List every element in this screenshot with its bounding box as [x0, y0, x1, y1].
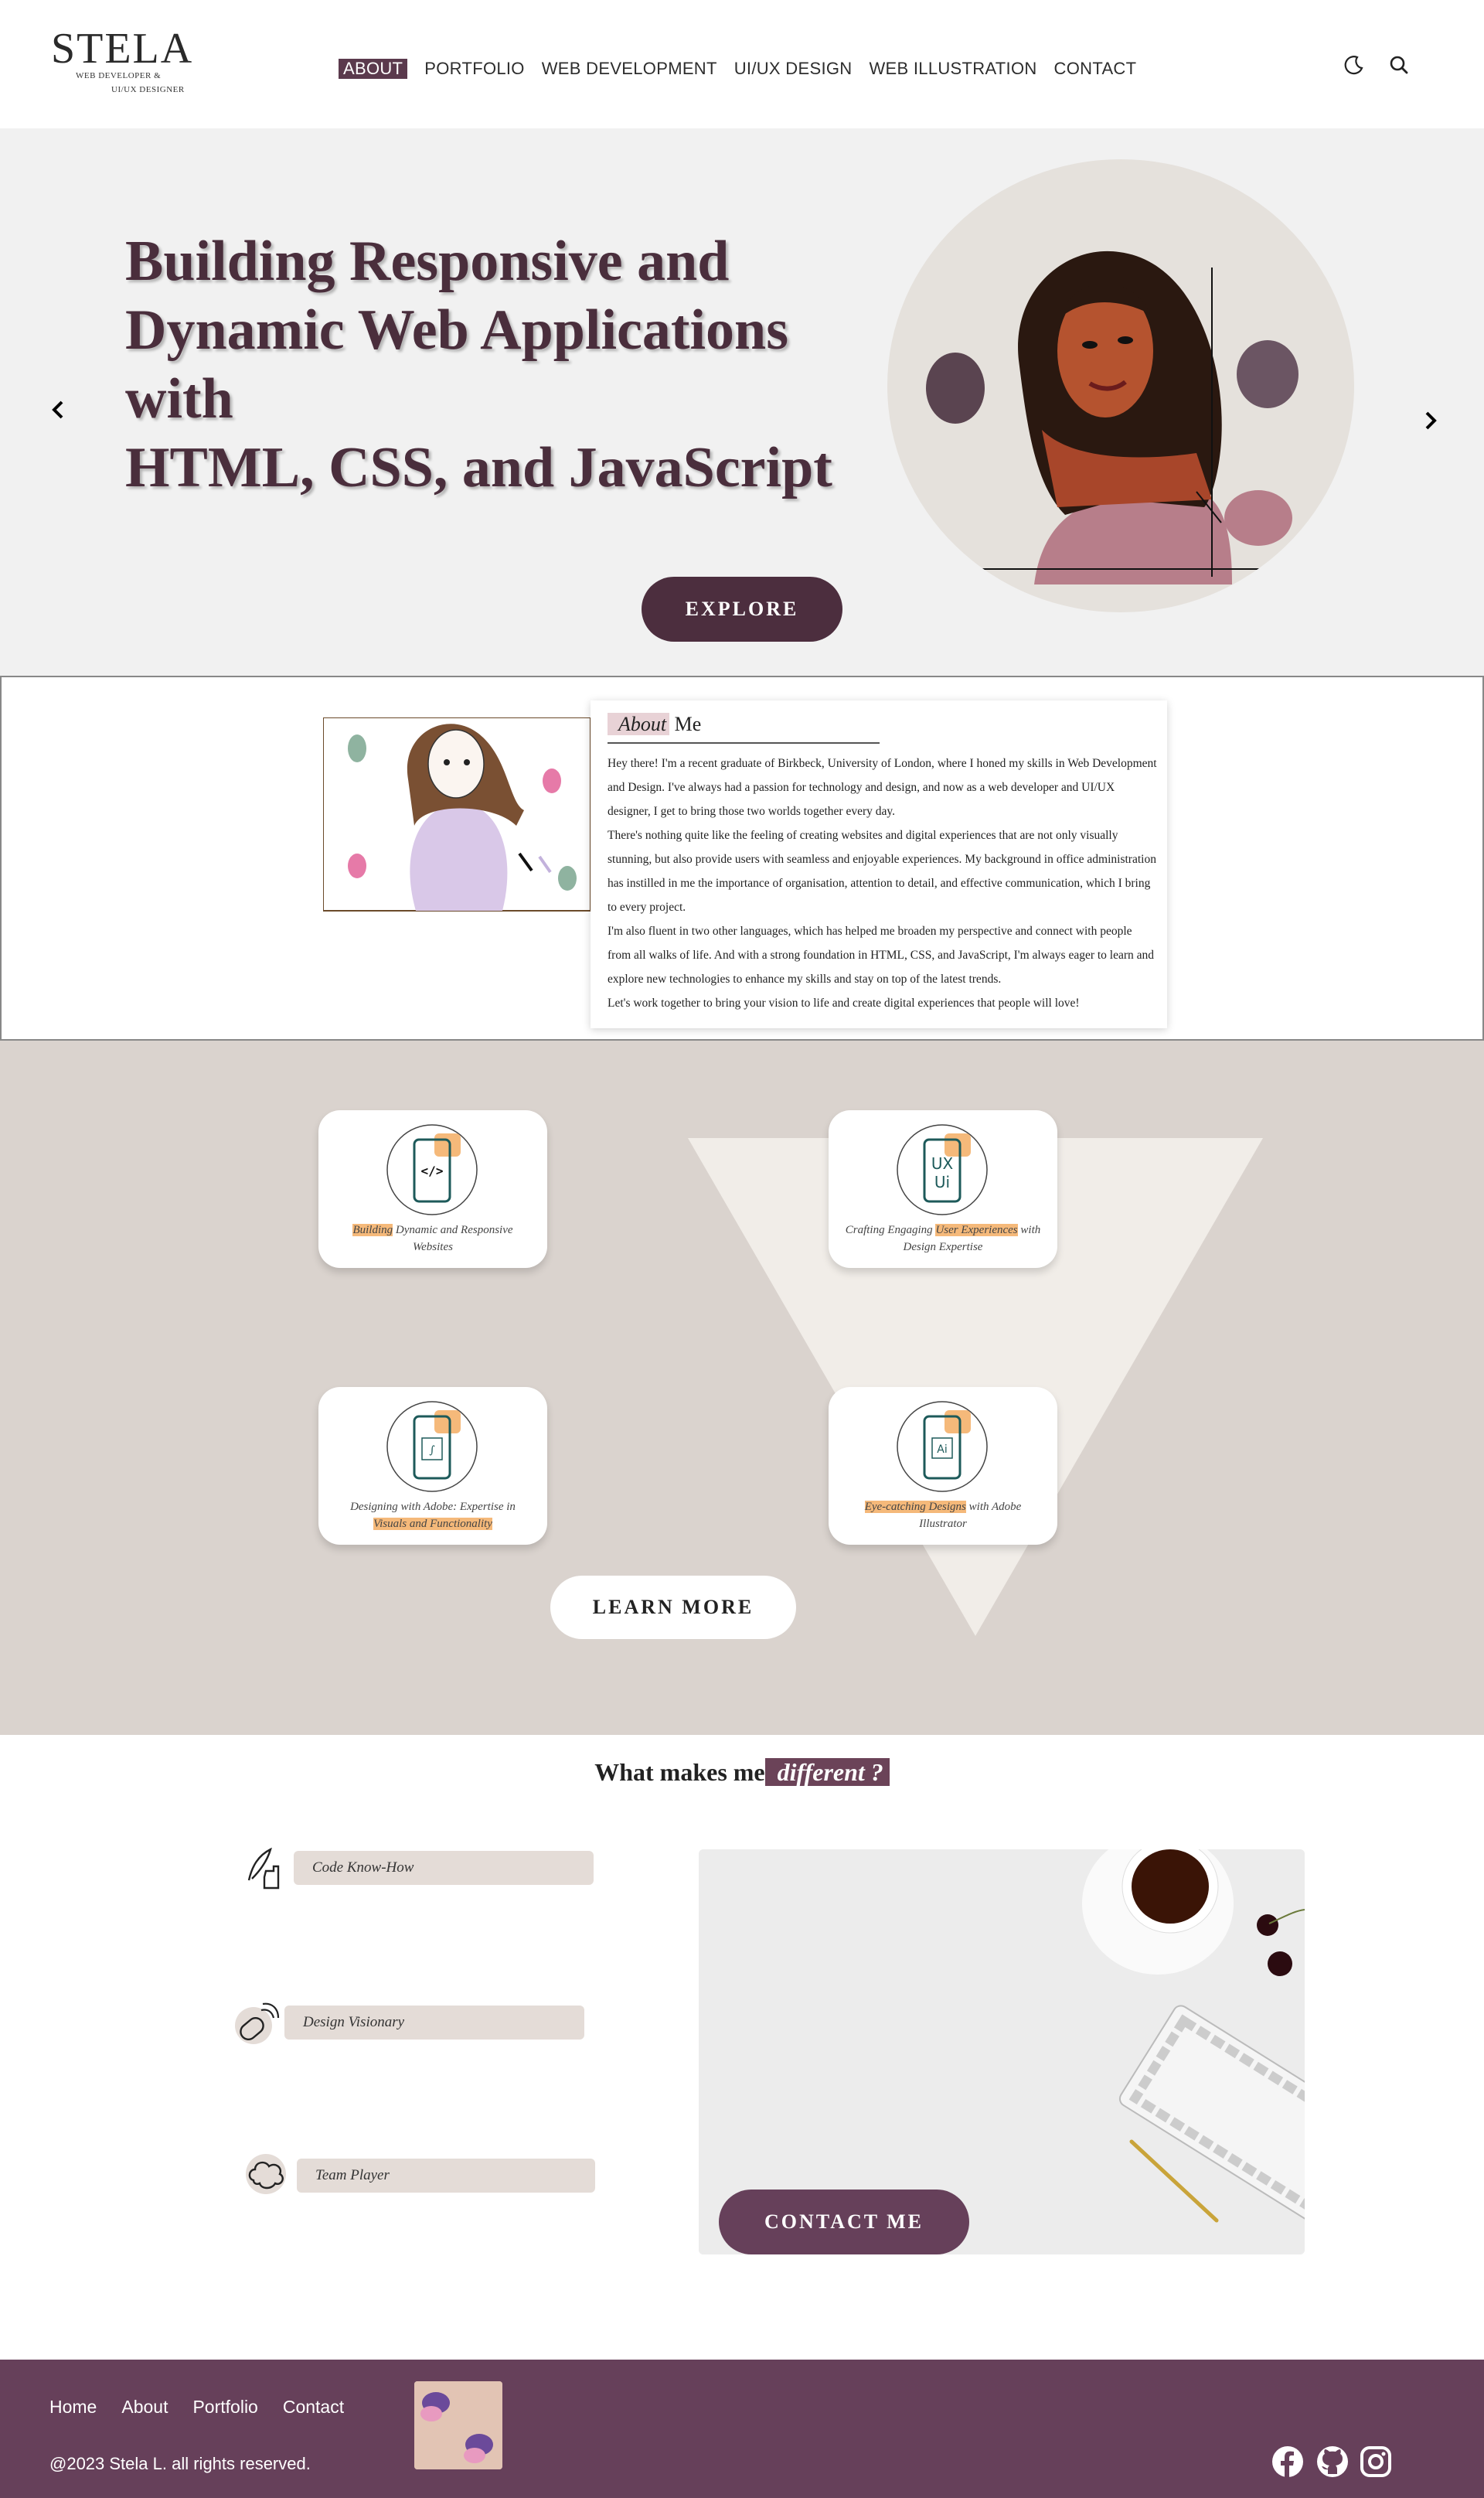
site-footer: Home About Portfolio Contact @2023 Stela… [0, 2360, 1484, 2498]
logo-subtitle-2: UI/UX DESIGNER [111, 85, 185, 94]
hero-section: Building Responsive and Dynamic Web Appl… [0, 128, 1484, 676]
service-rest: Dynamic and Responsive Websites [393, 1224, 513, 1253]
hero-title-line-3: HTML, CSS, and JavaScript [125, 436, 832, 499]
service-card-web-dev[interactable]: </> Building Dynamic and Responsive Webs… [318, 1110, 547, 1268]
about-illustration [322, 717, 591, 912]
explore-button[interactable]: EXPLORE [642, 577, 842, 642]
service-highlight: Building [352, 1224, 393, 1236]
footer-link-portfolio[interactable]: Portfolio [192, 2397, 257, 2418]
trait-label: Code Know-How [294, 1851, 594, 1885]
moon-icon[interactable] [1342, 53, 1367, 77]
service-text: Crafting Engaging User Experiences with … [844, 1222, 1042, 1256]
nav-about[interactable]: ABOUT [339, 59, 408, 79]
service-pre: Designing with Adobe: Expertise in [350, 1501, 516, 1513]
footer-thumbnail [414, 2381, 502, 2469]
about-paragraph: I'm also fluent in two other languages, … [608, 925, 1155, 986]
about-text: Hey there! I'm a recent graduate of Birk… [608, 751, 1158, 1015]
unicorn-thumbnail-image [414, 2381, 502, 2469]
illustrator-phone-icon: Ai [897, 1401, 988, 1492]
hero-title: Building Responsive and Dynamic Web Appl… [125, 227, 898, 503]
different-title: What makes me different ? [0, 1758, 1484, 1787]
trait-label: Design Visionary [284, 2006, 584, 2040]
search-icon[interactable] [1387, 53, 1411, 77]
footer-link-home[interactable]: Home [49, 2397, 97, 2418]
logo-subtitle-1: WEB DEVELOPER & [76, 71, 162, 80]
next-arrow-icon[interactable] [1414, 405, 1445, 436]
svg-text:∫: ∫ [429, 1444, 434, 1457]
service-text: Designing with Adobe: Expertise in Visua… [334, 1498, 532, 1532]
service-highlight: Visuals and Functionality [373, 1518, 492, 1530]
footer-links: Home About Portfolio Contact [49, 2397, 369, 2418]
about-heading-highlight: About [608, 713, 670, 735]
woman-portrait-illustration [926, 250, 1298, 584]
contact-me-button[interactable]: CONTACT ME [719, 2190, 969, 2254]
copyright-text: @2023 Stela L. all rights reserved. [49, 2454, 311, 2473]
footer-link-about[interactable]: About [121, 2397, 168, 2418]
different-title-pre: What makes me [594, 1758, 765, 1786]
svg-text:UX: UX [931, 1154, 954, 1173]
photoshop-phone-icon: ∫ [386, 1401, 478, 1492]
hero-title-line-1: Building Responsive and [125, 230, 730, 293]
logo[interactable]: STELA WEB DEVELOPER & UI/UX DESIGNER [51, 25, 194, 104]
service-text: Building Dynamic and Responsive Websites [334, 1222, 532, 1256]
about-paragraph: There's nothing quite like the feeling o… [608, 829, 1156, 914]
about-section: About Me Hey there! I'm a recent graduat… [0, 676, 1484, 1041]
svg-text:Ui: Ui [934, 1173, 950, 1191]
team-cloud-icon [246, 2154, 286, 2194]
nav-web-development[interactable]: WEB DEVELOPMENT [542, 59, 717, 79]
logo-name: STELA [51, 25, 194, 73]
services-section: </> Building Dynamic and Responsive Webs… [0, 1041, 1484, 1735]
hero-title-line-2: Dynamic Web Applications with [125, 298, 789, 431]
service-card-adobe[interactable]: ∫ Designing with Adobe: Expertise in Vis… [318, 1387, 547, 1545]
service-card-illustrator[interactable]: Ai Eye-catching Designs with Adobe Illus… [829, 1387, 1057, 1545]
facebook-icon[interactable] [1271, 2445, 1305, 2479]
about-paragraph: Let's work together to bring your vision… [608, 997, 1080, 1010]
different-section: What makes me different ? Code Know-How … [0, 1735, 1484, 2360]
about-divider [608, 742, 880, 744]
svg-text:</>: </> [421, 1164, 444, 1178]
code-feather-icon [247, 1847, 280, 1890]
nav-uiux-design[interactable]: UI/UX DESIGN [734, 59, 853, 79]
about-paragraph: Hey there! I'm a recent graduate of Birk… [608, 757, 1157, 818]
learn-more-button[interactable]: LEARN MORE [550, 1576, 796, 1639]
about-heading: About Me [608, 713, 701, 736]
service-highlight: Eye-catching Designs [864, 1501, 966, 1513]
main-nav: ABOUT PORTFOLIO WEB DEVELOPMENT UI/UX DE… [339, 57, 1153, 80]
about-card: About Me Hey there! I'm a recent graduat… [591, 700, 1167, 1028]
trait-design-visionary: Design Visionary [232, 1998, 587, 2044]
footer-link-contact[interactable]: Contact [283, 2397, 344, 2418]
service-card-uiux[interactable]: UX Ui Crafting Engaging User Experiences… [829, 1110, 1057, 1268]
instagram-icon[interactable] [1359, 2445, 1393, 2479]
site-header: STELA WEB DEVELOPER & UI/UX DESIGNER ABO… [0, 0, 1484, 128]
service-pre: Crafting Engaging [845, 1224, 936, 1236]
nav-web-illustration[interactable]: WEB ILLUSTRATION [869, 59, 1036, 79]
svg-text:Ai: Ai [937, 1443, 947, 1456]
service-highlight: User Experiences [935, 1224, 1018, 1236]
prev-arrow-icon[interactable] [43, 394, 74, 425]
uxui-phone-icon: UX Ui [897, 1124, 988, 1215]
trait-team-player: Team Player [243, 2151, 598, 2194]
different-title-highlight: different ? [764, 1758, 890, 1786]
trait-label: Team Player [297, 2159, 595, 2193]
nav-contact[interactable]: CONTACT [1054, 59, 1137, 79]
about-heading-rest: Me [669, 713, 702, 735]
github-icon[interactable] [1316, 2445, 1350, 2479]
mouse-icon [235, 2002, 280, 2044]
hero-portrait [887, 159, 1354, 612]
nav-portfolio[interactable]: PORTFOLIO [424, 59, 524, 79]
trait-code-know-how: Code Know-How [241, 1843, 597, 1890]
service-text: Eye-catching Designs with Adobe Illustra… [844, 1498, 1042, 1532]
code-phone-icon: </> [386, 1124, 478, 1215]
girl-illustration [322, 717, 591, 912]
